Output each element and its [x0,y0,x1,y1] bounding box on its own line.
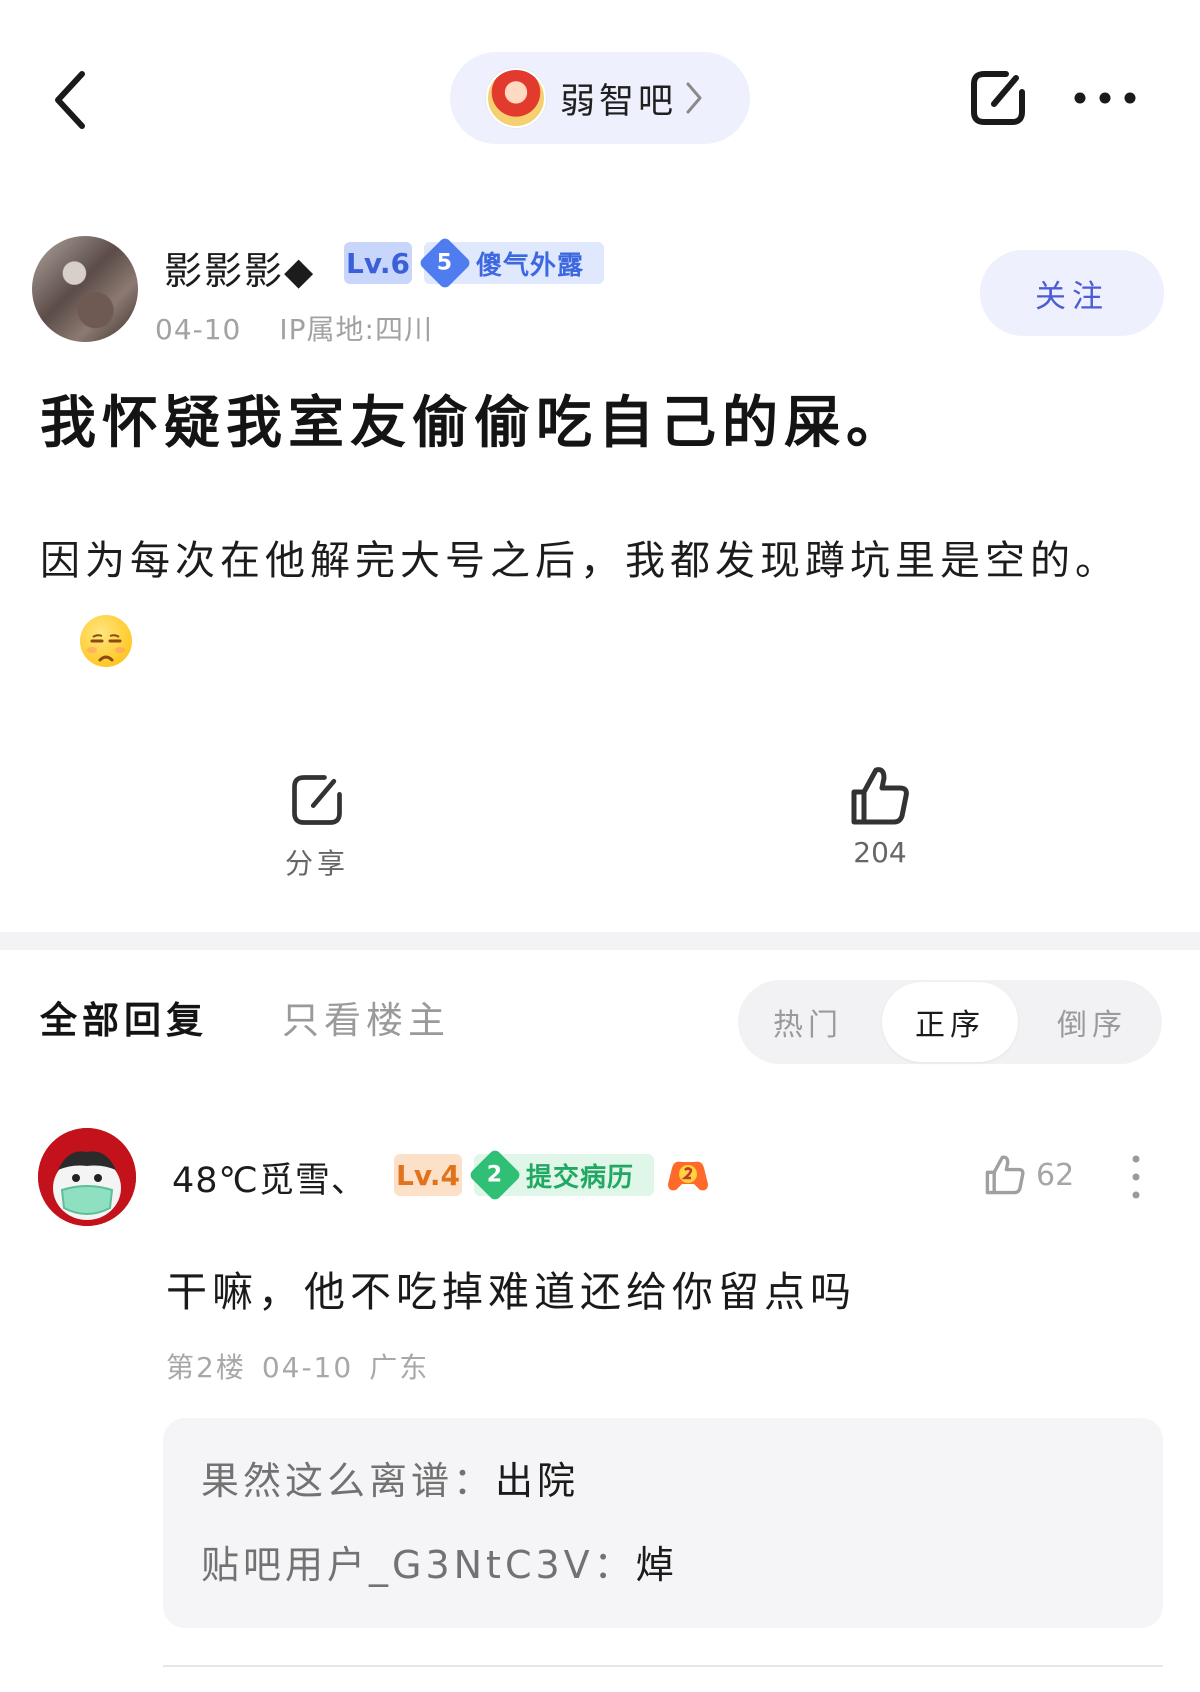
comment-floor: 第2楼 [166,1351,246,1384]
game-controller-icon [666,1154,710,1194]
forum-entry[interactable]: 弱智吧 [450,52,750,144]
post-meta: 04-10 IP属地:四川 [155,308,433,348]
back-button[interactable] [48,64,98,136]
post-body: 因为每次在他解完大号之后，我都发现蹲坑里是空的。 [40,515,1170,699]
comment-date: 04-10 [261,1351,354,1384]
sub-reply: 果然这么离谱：出院 [201,1450,579,1505]
tab-all-replies[interactable]: 全部回复 [40,990,208,1044]
husky-avatar-icon [38,1128,136,1226]
more-button[interactable] [1072,88,1138,108]
share-icon [292,775,342,825]
vertical-dots-icon [1132,1155,1140,1199]
sub-reply-text: 焯 [635,1543,678,1587]
post-date: 04-10 [155,313,242,346]
more-dots-icon [1074,92,1136,104]
follow-button[interactable]: 关注 [980,250,1164,336]
comment-text: 干嘛，他不吃掉难道还给你留点吗 [166,1268,856,1316]
post-ip: IP属地:四川 [279,313,433,346]
chevron-left-icon [55,71,85,129]
forum-name: 弱智吧 [560,81,678,122]
honor-badge-title: 傻气外露 [476,250,585,281]
comment-level-badge: Lv.4 [394,1154,462,1196]
comment-author-name[interactable]: 48℃觅雪、 [172,1152,367,1203]
sort-segmented-control: 热门 正序 倒序 [738,980,1162,1064]
sort-hot[interactable]: 热门 [738,980,878,1064]
like-count: 204 [853,836,907,869]
share-label: 分享 [284,847,349,880]
share-icon [971,71,1025,125]
honor-badge-number: 5 [418,236,472,290]
share-action[interactable]: 分享 [262,770,372,882]
tab-op-only[interactable]: 只看楼主 [282,990,450,1044]
author-avatar[interactable] [32,236,138,342]
comment-meta: 第2楼 04-10 广东 [166,1346,445,1386]
sub-reply-text: 出院 [495,1459,580,1503]
comment-like-count: 62 [1036,1157,1075,1193]
chevron-right-icon [686,82,702,114]
sub-reply: 贴吧用户_G3NtC3V：焯 [201,1534,678,1589]
unamused-face-icon [80,615,132,667]
sub-reply-user[interactable]: 贴吧用户_G3NtC3V： [201,1543,636,1587]
post-body-text: 因为每次在他解完大号之后，我都发现蹲坑里是空的。 [40,538,1120,584]
section-divider [0,932,1200,950]
comment-avatar[interactable] [38,1128,136,1226]
comment-honor-badge-title: 提交病历 [526,1162,635,1193]
comment-more-button[interactable] [1130,1154,1142,1200]
author-name[interactable]: 影影影◆ [164,240,315,295]
sub-reply-user[interactable]: 果然这么离谱： [201,1459,495,1503]
comment-honor-badge: 2 提交病历 [468,1148,654,1202]
sort-ascending[interactable]: 正序 [882,982,1018,1062]
comment-divider [163,1665,1163,1667]
comment-location: 广东 [369,1351,430,1384]
sub-replies-box[interactable]: 果然这么离谱：出院 贴吧用户_G3NtC3V：焯 [163,1418,1163,1628]
sort-descending[interactable]: 倒序 [1022,980,1162,1064]
level-badge: Lv.6 [344,242,412,284]
forum-avatar [486,68,546,128]
comment-like-button[interactable]: 62 [982,1152,1074,1198]
share-button[interactable] [966,66,1030,130]
like-action[interactable]: 204 [820,762,940,869]
comment-honor-badge-number: 2 [468,1148,522,1202]
honor-badge: 5 傻气外露 [418,236,604,290]
thumbs-up-icon [851,767,909,825]
thumbs-up-icon [985,1155,1025,1195]
post-title: 我怀疑我室友偷偷吃自己的屎。 [40,391,908,456]
